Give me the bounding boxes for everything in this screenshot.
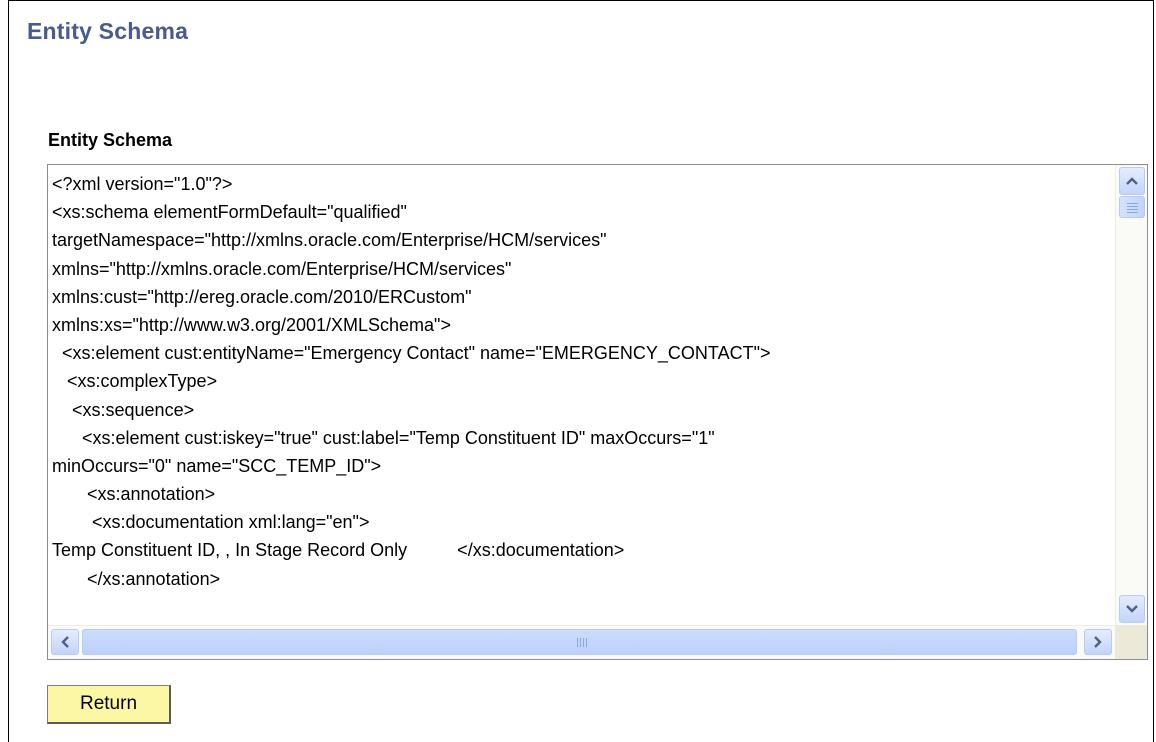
schema-line: <xs:schema elementFormDefault="qualified… bbox=[52, 202, 407, 223]
schema-field-label: Entity Schema bbox=[48, 130, 173, 150]
return-button[interactable]: Return bbox=[47, 685, 171, 724]
schema-line: <xs:element cust:entityName="Emergency C… bbox=[52, 343, 771, 364]
chevron-up-icon bbox=[1126, 177, 1138, 185]
schema-line: xmlns:xs="http://www.w3.org/2001/XMLSche… bbox=[52, 314, 451, 335]
horizontal-scrollbar[interactable] bbox=[48, 625, 1116, 659]
schema-line: Temp Constituent ID, , In Stage Record O… bbox=[52, 540, 625, 561]
schema-line: <xs:element cust:iskey="true" cust:label… bbox=[52, 427, 715, 448]
schema-line: <xs:complexType> bbox=[52, 371, 218, 392]
chevron-down-icon bbox=[1126, 605, 1138, 613]
scroll-right-button[interactable] bbox=[1084, 629, 1112, 655]
schema-line: <xs:annotation> bbox=[52, 484, 216, 505]
scrollbar-corner bbox=[1115, 625, 1147, 659]
schema-line: <xs:documentation xml:lang="en"> bbox=[52, 512, 370, 533]
vertical-scroll-thumb[interactable] bbox=[1119, 196, 1145, 218]
schema-line: <?xml version="1.0"?> bbox=[52, 174, 233, 194]
scroll-left-button[interactable] bbox=[51, 629, 79, 655]
schema-line: minOccurs="0" name="SCC_TEMP_ID"> bbox=[52, 455, 382, 476]
scroll-up-button[interactable] bbox=[1119, 167, 1145, 195]
schema-line: xmlns:cust="http://ereg.oracle.com/2010/… bbox=[52, 286, 472, 307]
horizontal-scroll-thumb[interactable] bbox=[82, 629, 1077, 655]
schema-line: targetNamespace="http://xmlns.oracle.com… bbox=[52, 230, 607, 251]
scroll-down-button[interactable] bbox=[1119, 595, 1145, 623]
chevron-left-icon bbox=[61, 636, 69, 648]
page-title: Entity Schema bbox=[27, 18, 189, 44]
schema-line: </xs:annotation> bbox=[52, 568, 221, 589]
schema-line: xmlns="http://xmlns.oracle.com/Enterpris… bbox=[52, 258, 512, 279]
vertical-scrollbar[interactable] bbox=[1115, 165, 1147, 625]
schema-line: <xs:sequence> bbox=[52, 399, 195, 420]
chevron-right-icon bbox=[1094, 636, 1102, 648]
schema-text-content[interactable]: <?xml version="1.0"?> <xs:schema elementF… bbox=[52, 170, 1114, 623]
schema-textarea[interactable]: <?xml version="1.0"?> <xs:schema elementF… bbox=[47, 164, 1148, 660]
